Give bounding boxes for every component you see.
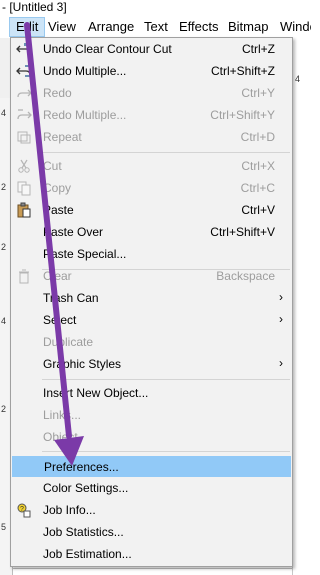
menu-item-label: Undo Clear Contour Cut: [43, 42, 172, 56]
menu-arrange[interactable]: Arrange: [82, 17, 140, 37]
menu-item-shortcut: Backspace: [216, 269, 275, 283]
menu-text[interactable]: Text: [138, 17, 174, 37]
repeat-icon: [16, 129, 32, 145]
menu-item-job-info[interactable]: ? Job Info...: [12, 500, 291, 521]
menu-item-label: Cut: [43, 159, 62, 173]
menu-item-shortcut: Ctrl+V: [241, 203, 275, 217]
menu-separator: [42, 451, 290, 452]
ruler-tick: 2: [1, 182, 7, 192]
undo-icon: [16, 41, 32, 57]
drawing-canvas[interactable]: 4: [292, 38, 312, 575]
menu-item-shortcut: Ctrl+X: [241, 159, 275, 173]
menu-item-label: Redo Multiple...: [43, 108, 127, 122]
menu-item-paste[interactable]: Paste Ctrl+V: [12, 200, 291, 221]
ruler-tick: 4: [1, 108, 7, 118]
ruler-tick: 4: [1, 316, 7, 326]
menu-item-copy[interactable]: Copy Ctrl+C: [12, 178, 291, 199]
menu-item-label: Repeat: [43, 130, 82, 144]
menu-item-insert-new-object[interactable]: Insert New Object...: [12, 383, 291, 404]
menu-item-label: Select: [43, 313, 77, 327]
menu-item-shortcut: Ctrl+D: [240, 130, 275, 144]
menu-item-repeat[interactable]: Repeat Ctrl+D: [12, 127, 291, 148]
menu-item-undo[interactable]: Undo Clear Contour Cut Ctrl+Z: [12, 39, 291, 60]
menu-item-job-statistics[interactable]: Job Statistics...: [12, 522, 291, 543]
menu-item-label: Copy: [43, 181, 72, 195]
page-border: [12, 568, 292, 569]
menu-item-job-estimation[interactable]: Job Estimation...: [12, 544, 291, 565]
menu-bitmap[interactable]: Bitmap: [222, 17, 274, 37]
copy-icon: [16, 180, 32, 196]
window-title: - [Untitled 3]: [0, 0, 311, 16]
menu-item-label: Redo: [43, 86, 72, 100]
ruler-tick: 5: [1, 522, 7, 532]
menu-item-label: Job Estimation...: [43, 547, 132, 561]
menu-window[interactable]: Windo: [274, 17, 311, 37]
menu-item-label: Preferences...: [44, 460, 119, 474]
redo-icon: [16, 85, 32, 101]
menu-item-color-settings[interactable]: Color Settings...: [12, 478, 291, 499]
menu-item-label: Graphic Styles: [43, 357, 122, 371]
scissors-icon: [16, 158, 32, 174]
menu-item-label: Clear: [43, 269, 72, 283]
ruler-corner-label: 4: [295, 74, 301, 84]
menu-effects[interactable]: Effects: [173, 17, 225, 37]
edit-menu-dropdown: Undo Clear Contour Cut Ctrl+Z Undo Multi…: [10, 37, 293, 567]
menu-item-clear[interactable]: Clear Backspace: [12, 266, 291, 287]
menu-view[interactable]: View: [42, 17, 82, 37]
chevron-right-icon: ›: [279, 312, 283, 326]
menu-item-trash-can[interactable]: Trash Can ›: [12, 288, 291, 309]
menu-item-label: Paste Over: [43, 225, 104, 239]
undo-multiple-icon: [16, 63, 32, 79]
menu-item-label: Paste: [43, 203, 74, 217]
ruler-tick: 2: [1, 242, 7, 252]
menu-item-label: Job Statistics...: [43, 525, 124, 539]
menu-item-undo-multiple[interactable]: Undo Multiple... Ctrl+Shift+Z: [12, 61, 291, 82]
menu-separator: [42, 379, 290, 380]
menu-item-select[interactable]: Select ›: [12, 310, 291, 331]
ruler-tick: 2: [1, 404, 7, 414]
menu-item-label: Job Info...: [43, 503, 96, 517]
menu-item-shortcut: Ctrl+Shift+Y: [210, 108, 275, 122]
menu-item-paste-over[interactable]: Paste Over Ctrl+Shift+V: [12, 222, 291, 243]
paste-icon: [16, 202, 32, 218]
menu-item-label: Links...: [43, 408, 82, 422]
menu-item-shortcut: Ctrl+Shift+Z: [210, 64, 275, 78]
menu-item-graphic-styles[interactable]: Graphic Styles ›: [12, 354, 291, 375]
menu-item-label: Trash Can: [43, 291, 99, 305]
menu-item-redo-multiple[interactable]: Redo Multiple... Ctrl+Shift+Y: [12, 105, 291, 126]
svg-text:?: ?: [20, 506, 24, 513]
menu-item-preferences[interactable]: Preferences...: [12, 456, 291, 477]
chevron-right-icon: ›: [279, 290, 283, 304]
menu-item-label: Undo Multiple...: [43, 64, 127, 78]
menu-item-duplicate[interactable]: Duplicate: [12, 332, 291, 353]
menu-item-shortcut: Ctrl+Shift+V: [210, 225, 275, 239]
menu-bar: Edit View Arrange Text Effects Bitmap Wi…: [0, 16, 311, 38]
trash-icon: [16, 268, 32, 284]
menu-item-label: Insert New Object...: [43, 386, 149, 400]
menu-separator: [42, 152, 290, 153]
menu-item-label: Paste Special...: [43, 247, 127, 261]
menu-item-shortcut: Ctrl+C: [240, 181, 275, 195]
menu-item-label: Color Settings...: [43, 481, 129, 495]
menu-item-object[interactable]: Object: [12, 427, 291, 448]
menu-item-label: Object: [43, 430, 78, 444]
redo-multiple-icon: [16, 107, 32, 123]
chevron-right-icon: ›: [279, 356, 283, 370]
menu-item-links[interactable]: Links...: [12, 405, 291, 426]
menu-item-cut[interactable]: Cut Ctrl+X: [12, 156, 291, 177]
job-info-icon: ?: [16, 502, 32, 518]
menu-item-label: Duplicate: [43, 335, 94, 349]
menu-item-shortcut: Ctrl+Z: [242, 42, 275, 56]
menu-item-paste-special[interactable]: Paste Special...: [12, 244, 291, 265]
menu-edit[interactable]: Edit: [9, 17, 46, 37]
menu-item-redo[interactable]: Redo Ctrl+Y: [12, 83, 291, 104]
menu-item-shortcut: Ctrl+Y: [241, 86, 275, 100]
